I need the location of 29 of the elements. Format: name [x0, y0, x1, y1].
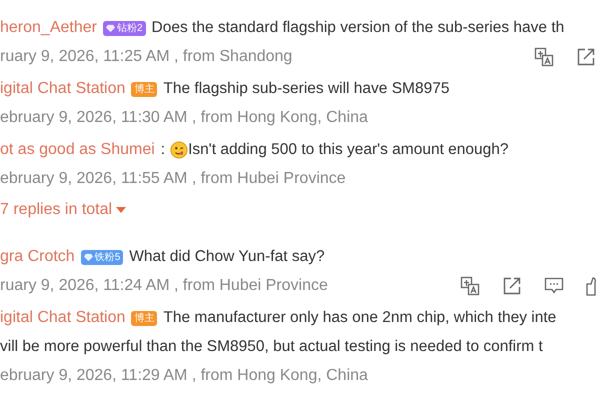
- caret-icon: [116, 207, 126, 213]
- user-name[interactable]: heron_Aether: [0, 19, 97, 37]
- comment-meta: ruary 9, 2026, 11:24 AM , from Hubei Province: [0, 277, 328, 295]
- fan-badge: 博主: [131, 310, 158, 326]
- fan-badge: 铁粉5: [80, 250, 124, 264]
- comment-text: What did Chow Yun-fat say?: [129, 248, 325, 266]
- comment-icon[interactable]: [544, 276, 564, 296]
- comment-text: The manufacturer only has one 2nm chip, which they inte: [163, 309, 556, 327]
- comment-meta: ruary 9, 2026, 11:25 AM , from Shandong: [0, 48, 292, 66]
- like-icon[interactable]: [586, 276, 596, 296]
- translate-icon[interactable]: [460, 276, 480, 296]
- translate-icon[interactable]: [534, 47, 554, 67]
- user-name[interactable]: gra Crotch: [0, 248, 75, 266]
- comment-text: Does the standard flagship version of the sub-series have th: [152, 19, 564, 37]
- comment-meta: ebruary 9, 2026, 11:30 AM , from Hong Kong, China: [0, 109, 368, 127]
- comment-meta: ebruary 9, 2026, 11:29 AM , from Hong Kong, China: [0, 367, 368, 385]
- comment-text: Isn't adding 500 to this year's amount enough?: [188, 141, 509, 159]
- replies-link[interactable]: 7 replies in total: [0, 201, 112, 219]
- fan-badge: 博主: [131, 82, 158, 96]
- user-name[interactable]: ot as good as Shumei: [0, 141, 155, 159]
- comment-text: vill be more powerful than the SM8950, but actual testing is needed to confirm t: [0, 338, 543, 356]
- user-name[interactable]: igital Chat Station: [0, 80, 126, 98]
- share-icon[interactable]: [502, 276, 522, 296]
- comment-meta: ebruary 9, 2026, 11:55 AM , from Hubei Province: [0, 170, 346, 188]
- comment-text: The flagship sub-series will have SM8975: [163, 80, 450, 98]
- colon: :: [160, 141, 166, 159]
- share-icon[interactable]: [576, 47, 596, 67]
- user-name[interactable]: igital Chat Station: [0, 309, 126, 327]
- fan-badge: 钻粉2: [102, 20, 146, 36]
